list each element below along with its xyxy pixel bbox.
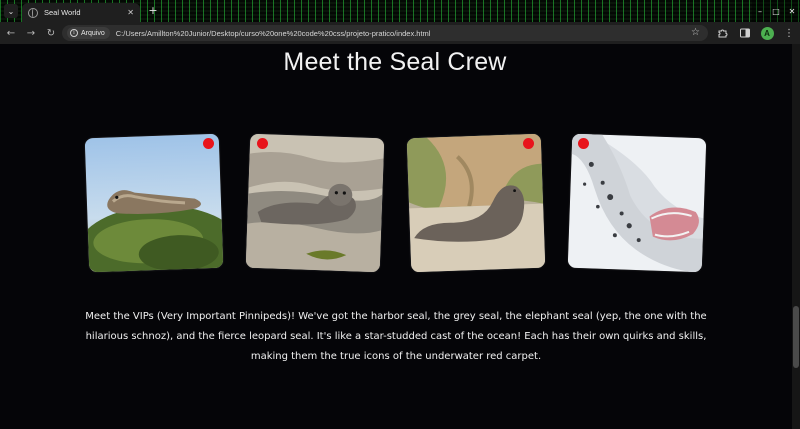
seal-card-beach[interactable] bbox=[406, 133, 546, 273]
site-info-label: Arquivo bbox=[81, 29, 105, 37]
star-icon[interactable]: ☆ bbox=[691, 27, 700, 39]
red-dot-badge bbox=[578, 138, 589, 149]
tab-search-button[interactable]: ⌄ bbox=[4, 4, 18, 18]
url-text[interactable]: C:/Users/Amillton%20Junior/Desktop/curso… bbox=[116, 29, 431, 38]
tab-title: Seal World bbox=[44, 8, 81, 17]
profile-button[interactable]: A bbox=[756, 22, 778, 44]
globe-icon bbox=[28, 7, 38, 18]
seal-photo bbox=[567, 133, 707, 273]
chevron-down-icon: ⌄ bbox=[7, 6, 15, 16]
page-viewport: Meet the Seal Crew Meet the VIPs (Very I… bbox=[0, 44, 800, 429]
page-scrollbar[interactable] bbox=[792, 44, 800, 429]
red-dot-badge bbox=[257, 138, 268, 149]
seal-photo bbox=[84, 133, 224, 273]
new-tab-button[interactable]: + bbox=[146, 4, 160, 18]
crew-description: Meet the VIPs (Very Important Pinnipeds)… bbox=[85, 311, 707, 362]
forward-button[interactable]: → bbox=[22, 24, 40, 42]
sidebar-icon bbox=[740, 28, 750, 38]
kebab-menu-icon: ⋮ bbox=[784, 27, 794, 39]
back-button[interactable]: ← bbox=[2, 24, 20, 42]
arrow-left-icon: ← bbox=[6, 27, 16, 39]
side-panel-button[interactable] bbox=[734, 22, 756, 44]
tab-strip: ⌄ Seal World ✕ + – □ ✕ bbox=[0, 0, 800, 22]
address-bar[interactable]: i Arquivo C:/Users/Amillton%20Junior/Des… bbox=[62, 25, 708, 41]
reload-icon: ↻ bbox=[46, 27, 56, 39]
red-dot-badge bbox=[203, 138, 214, 149]
maximize-button[interactable]: □ bbox=[768, 0, 784, 22]
toolbar-actions: A ⋮ bbox=[712, 22, 800, 44]
site-info-chip[interactable]: i Arquivo bbox=[67, 27, 110, 39]
close-tab-icon[interactable]: ✕ bbox=[127, 8, 134, 17]
reload-button[interactable]: ↻ bbox=[42, 24, 60, 42]
minimize-button[interactable]: – bbox=[752, 0, 768, 22]
browser-menu-button[interactable]: ⋮ bbox=[778, 22, 800, 44]
red-dot-badge bbox=[523, 138, 534, 149]
extensions-button[interactable] bbox=[712, 22, 734, 44]
avatar: A bbox=[760, 26, 774, 40]
seal-photo bbox=[245, 133, 385, 273]
seal-photo bbox=[406, 133, 546, 273]
browser-toolbar: ← → ↻ i Arquivo C:/Users/Amillton%20Juni… bbox=[0, 22, 800, 44]
arrow-right-icon: → bbox=[26, 27, 36, 39]
scrollbar-thumb[interactable] bbox=[793, 306, 799, 368]
page-title: Meet the Seal Crew bbox=[283, 48, 507, 76]
seal-card-grey[interactable] bbox=[245, 133, 385, 273]
tab-seal-world[interactable]: Seal World ✕ bbox=[22, 3, 140, 22]
puzzle-icon bbox=[718, 29, 728, 38]
close-window-button[interactable]: ✕ bbox=[784, 0, 800, 22]
info-icon: i bbox=[70, 29, 78, 37]
seal-card-leopard[interactable] bbox=[567, 133, 707, 273]
seal-card-harbor[interactable] bbox=[84, 133, 224, 273]
window-controls: – □ ✕ bbox=[752, 0, 800, 22]
